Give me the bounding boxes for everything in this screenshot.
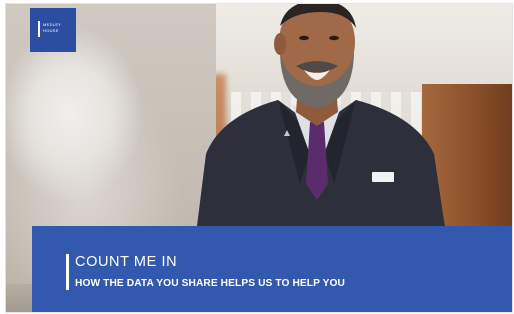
banner-accent-bar [66, 254, 69, 290]
banner-title: COUNT ME IN [75, 254, 178, 270]
logo-text-line-1: MEDLEY [43, 22, 62, 27]
photo-edge-strip [6, 284, 32, 312]
cover-photo-man [196, 4, 446, 234]
medley-house-logo: MEDLEY HOUSE [30, 8, 76, 52]
title-banner: COUNT ME IN HOW THE DATA YOU SHARE HELPS… [32, 226, 512, 312]
cover-page: MEDLEY HOUSE COUNT ME IN HOW THE DATA YO… [6, 4, 512, 312]
logo-bar-icon [38, 21, 40, 37]
banner-subtitle: HOW THE DATA YOU SHARE HELPS US TO HELP … [75, 278, 345, 289]
logo-text-line-2: HOUSE [43, 28, 59, 33]
